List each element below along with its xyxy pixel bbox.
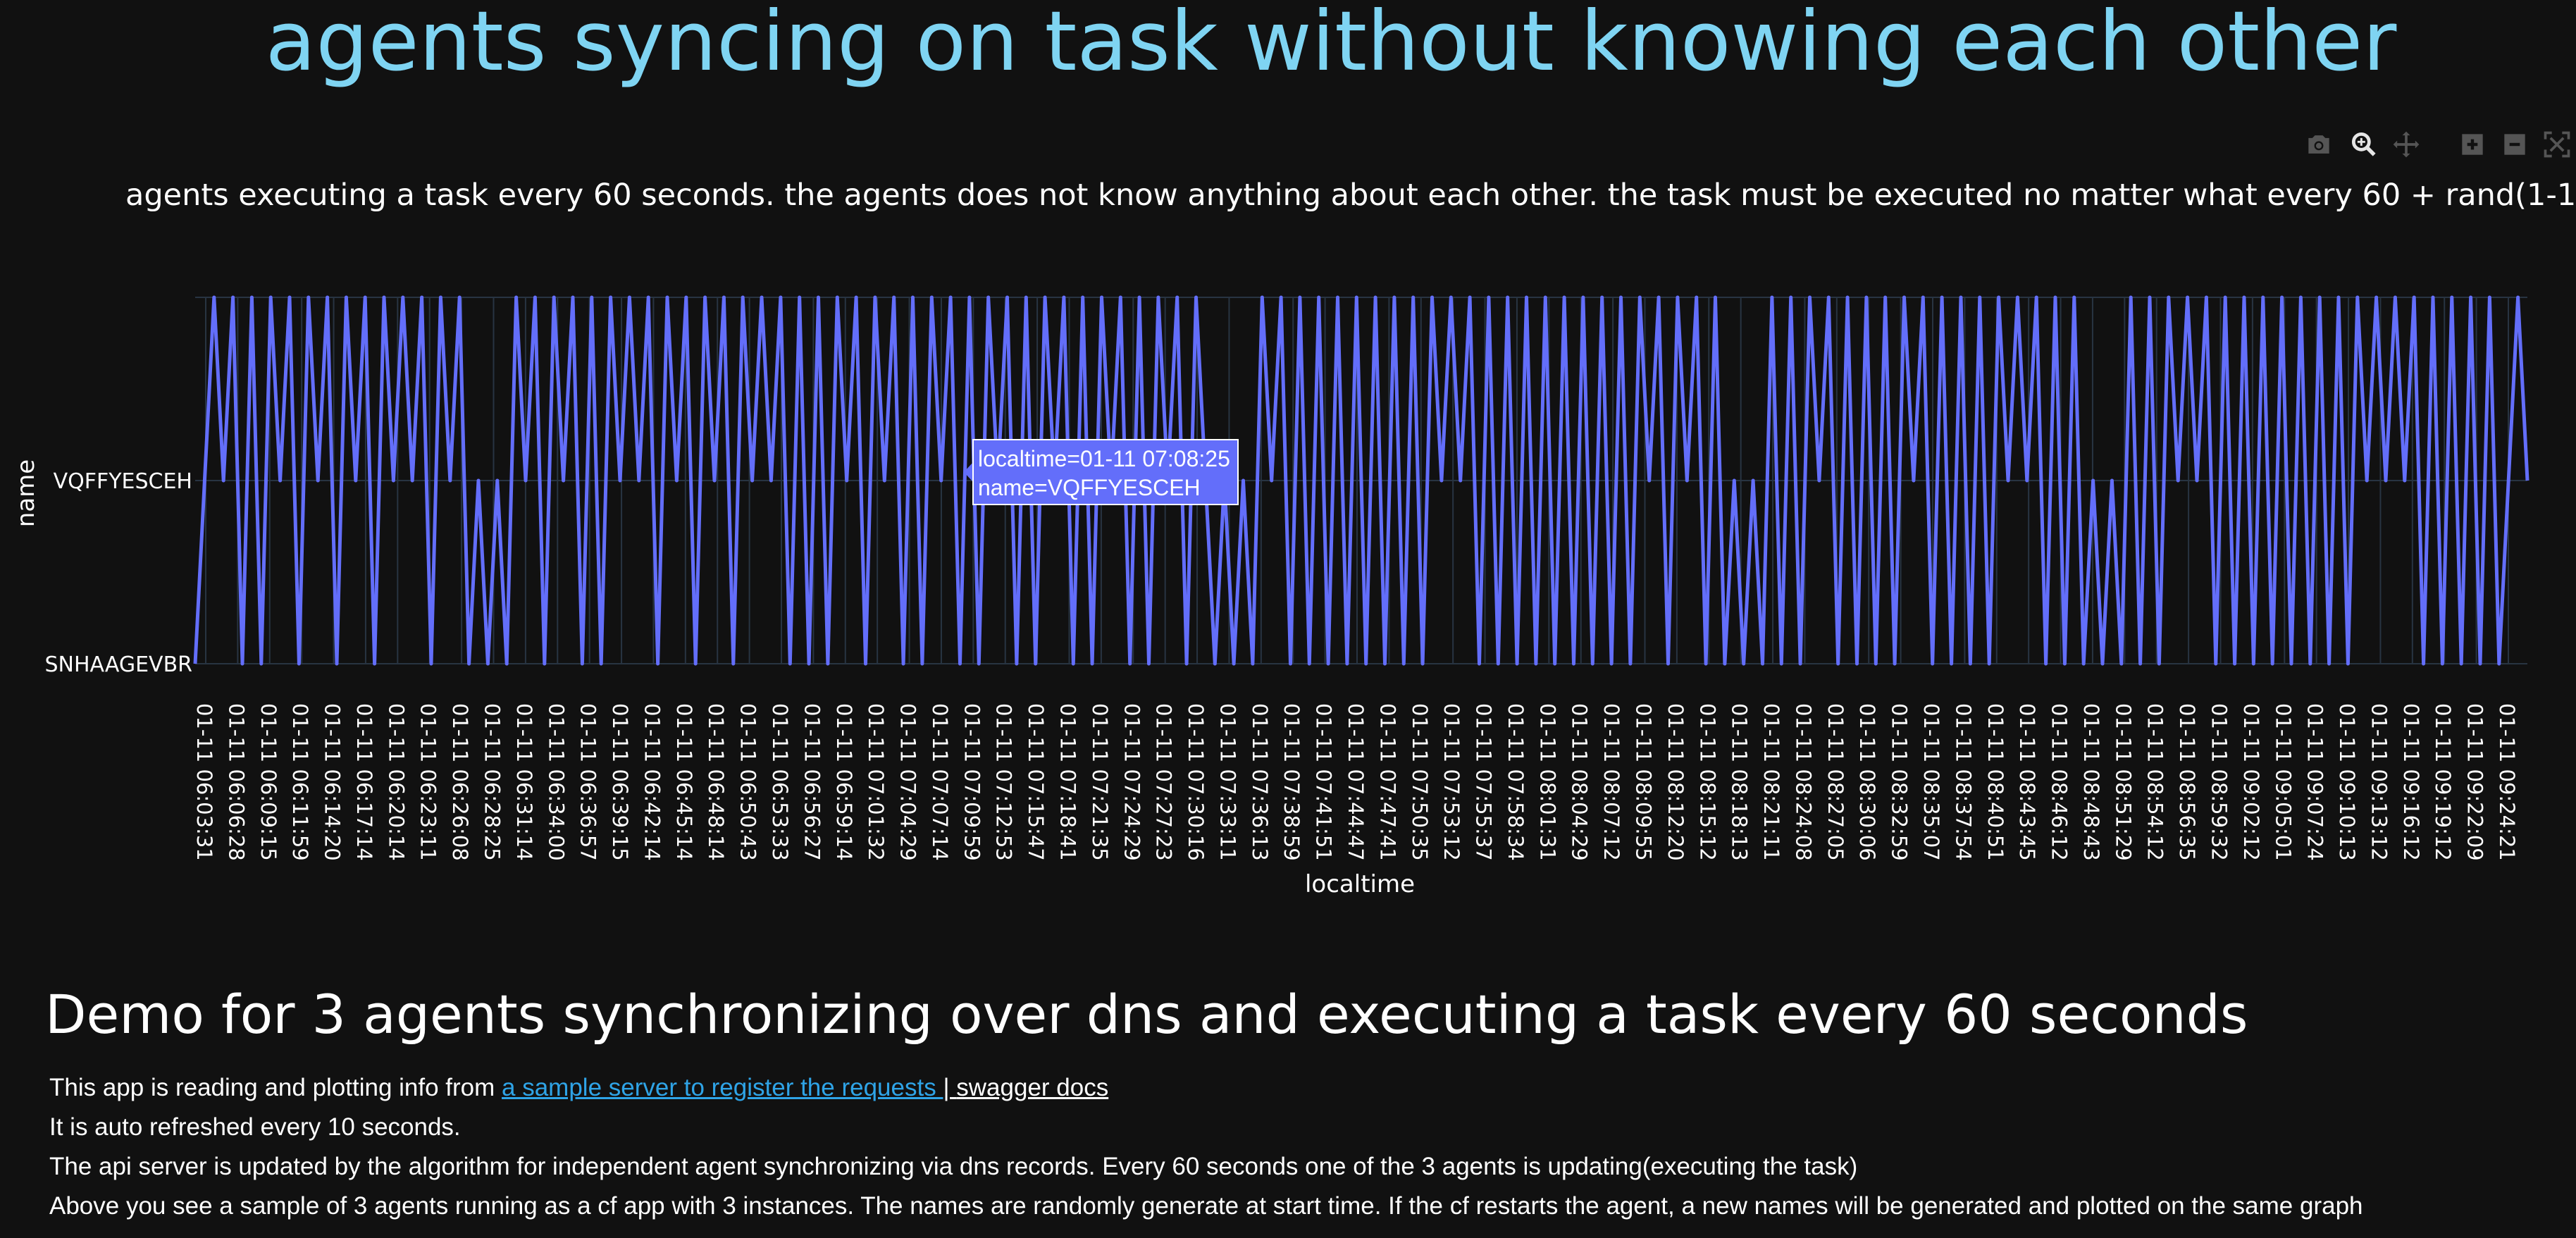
- x-tick-label: 01-11 08:07:12: [1599, 703, 1623, 861]
- line-chart: SNHAAGEVBRVQFFYESCEH 01-11 06:03:31 01-11…: [12, 295, 2529, 898]
- y-axis-ticks: SNHAAGEVBR VQFFYESCEH: [44, 469, 192, 677]
- x-tick-label: 01-11 08:24:08: [1791, 703, 1815, 861]
- x-axis-ticks: 01-11 06:03:31 01-11 06:06:28 01-11 06:09:…: [192, 703, 2519, 861]
- x-tick-label: 01-11 06:36:57: [576, 703, 600, 861]
- x-tick-label: 01-11 06:28:25: [481, 703, 504, 861]
- x-tick-label: 01-11 08:46:12: [2048, 703, 2072, 861]
- x-tick-label: 01-11 08:30:06: [1855, 703, 1879, 861]
- x-tick-label: 01-11 08:15:12: [1695, 703, 1719, 861]
- x-tick-label: 01-11 08:37:54: [1951, 703, 1975, 861]
- x-tick-label: 01-11 07:30:16: [1184, 703, 1208, 861]
- tooltip-line-2: name=VQFFYESCEH: [978, 475, 1201, 500]
- x-tick-label: 01-11 08:56:35: [2175, 703, 2199, 861]
- x-tick-label: 01-11 06:09:15: [256, 703, 280, 861]
- x-tick-label: 01-11 07:01:32: [864, 703, 888, 861]
- x-tick-label: 01-11 09:16:12: [2399, 703, 2423, 861]
- x-tick-label: 01-11 08:51:29: [2111, 703, 2135, 861]
- x-tick-label: 01-11 07:15:47: [1024, 703, 1048, 861]
- x-tick-label: 01-11 06:31:14: [512, 703, 536, 861]
- link-separator: |: [943, 1074, 957, 1101]
- x-tick-label: 01-11 07:41:51: [1312, 703, 1336, 861]
- x-tick-label: 01-11 07:55:37: [1472, 703, 1496, 861]
- x-tick-label: 01-11 07:24:29: [1120, 703, 1144, 861]
- x-tick-label: 01-11 06:17:14: [352, 703, 376, 861]
- x-tick-label: 01-11 06:03:31: [192, 703, 216, 861]
- y-tick-label: SNHAAGEVBR: [44, 652, 192, 677]
- info-line-refresh: It is auto refreshed every 10 seconds.: [49, 1113, 461, 1141]
- x-tick-label: 01-11 06:42:14: [640, 703, 664, 861]
- x-tick-label: 01-11 08:04:29: [1568, 703, 1592, 861]
- x-tick-label: 01-11 06:20:14: [384, 703, 408, 861]
- x-tick-label: 01-11 08:27:05: [1823, 703, 1847, 861]
- x-tick-label: 01-11 06:56:27: [800, 703, 824, 861]
- x-tick-label: 01-11 06:48:14: [704, 703, 728, 861]
- x-tick-label: 01-11 09:02:12: [2239, 703, 2263, 861]
- x-tick-label: 01-11 07:50:35: [1408, 703, 1432, 861]
- x-tick-label: 01-11 06:26:08: [448, 703, 472, 861]
- x-tick-label: 01-11 07:44:47: [1344, 703, 1368, 861]
- x-tick-label: 01-11 07:09:59: [960, 703, 984, 861]
- x-tick-label: 01-11 08:43:45: [2015, 703, 2039, 861]
- x-tick-label: 01-11 08:35:07: [1919, 703, 1943, 861]
- swagger-docs-link[interactable]: | swagger docs: [943, 1074, 1108, 1101]
- x-tick-label: 01-11 06:23:11: [416, 703, 440, 861]
- x-tick-label: 01-11 08:01:31: [1535, 703, 1559, 861]
- x-tick-label: 01-11 06:50:43: [736, 703, 760, 861]
- x-tick-label: 01-11 08:48:43: [2079, 703, 2103, 861]
- tooltip-line-1: localtime=01-11 07:08:25: [978, 446, 1230, 471]
- x-tick-label: 01-11 08:09:55: [1632, 703, 1656, 861]
- x-tick-label: 01-11 07:04:29: [896, 703, 920, 861]
- demo-heading: Demo for 3 agents synchronizing over dns…: [45, 983, 2248, 1046]
- x-tick-label: 01-11 08:18:13: [1728, 703, 1752, 861]
- x-tick-label: 01-11 07:21:35: [1088, 703, 1112, 861]
- x-tick-label: 01-11 07:38:59: [1280, 703, 1304, 861]
- info-line-agents: Above you see a sample of 3 agents runni…: [49, 1192, 2363, 1220]
- x-tick-label: 01-11 09:10:13: [2335, 703, 2359, 861]
- x-tick-label: 01-11 07:33:11: [1215, 703, 1239, 861]
- x-tick-label: 01-11 06:11:59: [288, 703, 312, 861]
- info-line-source-text: This app is reading and plotting info fr…: [49, 1074, 502, 1101]
- x-tick-label: 01-11 09:13:12: [2367, 703, 2391, 861]
- x-tick-label: 01-11 08:54:12: [2143, 703, 2167, 861]
- x-tick-label: 01-11 07:18:41: [1056, 703, 1080, 861]
- y-axis-title: name: [12, 459, 40, 527]
- x-tick-label: 01-11 06:39:15: [608, 703, 632, 861]
- x-tick-label: 01-11 07:58:34: [1504, 703, 1528, 861]
- x-tick-label: 01-11 06:45:14: [672, 703, 696, 861]
- info-line-api: The api server is updated by the algorit…: [49, 1153, 1858, 1180]
- x-tick-label: 01-11 06:53:33: [768, 703, 792, 861]
- info-section: Demo for 3 agents synchronizing over dns…: [45, 979, 2553, 1226]
- x-tick-label: 01-11 07:47:41: [1375, 703, 1399, 861]
- x-tick-label: 01-11 08:21:11: [1759, 703, 1783, 861]
- x-tick-label: 01-11 07:53:12: [1439, 703, 1463, 861]
- x-tick-label: 01-11 07:12:53: [992, 703, 1016, 861]
- x-tick-label: 01-11 06:59:14: [832, 703, 856, 861]
- x-tick-label: 01-11 08:12:20: [1664, 703, 1688, 861]
- x-tick-label: 01-11 09:07:24: [2303, 703, 2327, 861]
- hover-tooltip: localtime=01-11 07:08:25 name=VQFFYESCEH: [964, 439, 1239, 505]
- x-tick-label: 01-11 06:14:20: [321, 703, 345, 861]
- x-tick-label: 01-11 08:40:51: [1983, 703, 2007, 861]
- x-tick-label: 01-11 06:34:00: [544, 703, 568, 861]
- x-axis-title: localtime: [1305, 870, 1415, 898]
- x-tick-label: 01-11 07:27:23: [1152, 703, 1176, 861]
- x-tick-label: 01-11 08:32:59: [1888, 703, 1912, 861]
- x-tick-label: 01-11 06:06:28: [224, 703, 248, 861]
- y-tick-label: VQFFYESCEH: [54, 469, 192, 494]
- x-tick-label: 01-11 09:22:09: [2463, 703, 2487, 861]
- x-tick-label: 01-11 08:59:32: [2207, 703, 2231, 861]
- x-tick-label: 01-11 07:36:13: [1248, 703, 1272, 861]
- x-tick-label: 01-11 09:05:01: [2271, 703, 2295, 861]
- sample-server-link[interactable]: a sample server to register the requests: [502, 1074, 943, 1101]
- x-tick-label: 01-11 09:19:12: [2431, 703, 2455, 861]
- swagger-docs-label: swagger docs: [956, 1074, 1109, 1101]
- x-tick-label: 01-11 07:07:14: [928, 703, 952, 861]
- x-tick-label: 01-11 09:24:21: [2495, 703, 2519, 861]
- info-line-source: This app is reading and plotting info fr…: [49, 1068, 2553, 1108]
